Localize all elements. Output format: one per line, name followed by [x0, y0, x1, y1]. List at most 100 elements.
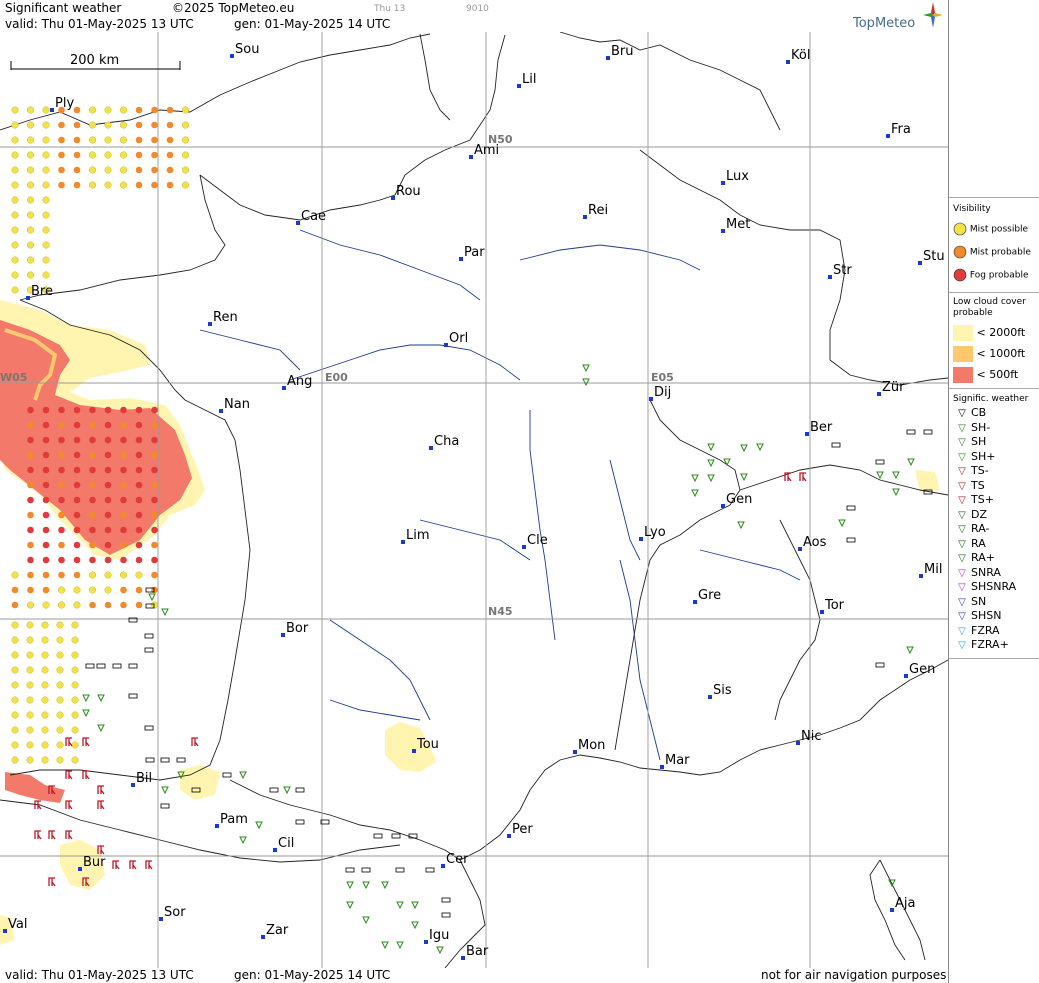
mist-icon: [27, 571, 34, 579]
mist-icon: [89, 436, 96, 444]
mist-icon: [89, 421, 96, 429]
mist-icon: [26, 681, 34, 689]
legend-signif-label: TS: [971, 478, 985, 492]
city-marker-icon: [708, 695, 712, 699]
mist-icon: [42, 526, 50, 534]
mist-icon: [71, 666, 79, 674]
rain-icon: ▽: [958, 538, 966, 550]
city-label: Bar: [466, 944, 489, 959]
mist-icon: [58, 436, 65, 444]
city-label: Bor: [286, 621, 309, 636]
shower-snow-rain-icon: ▽: [958, 582, 966, 593]
mist-icon: [166, 106, 174, 114]
mist-icon: [26, 601, 35, 609]
city-label: Cil: [278, 836, 294, 851]
mist-icon: [73, 556, 81, 564]
shower-snow-icon: ▽: [958, 611, 966, 622]
city-tou: Tou: [412, 737, 439, 753]
legend-signif-label: TS-: [971, 464, 989, 477]
mist-icon: [88, 136, 97, 144]
mist-icon: [88, 106, 97, 114]
mist-icon: [119, 181, 128, 189]
mist-icon: [104, 181, 112, 189]
mist-icon: [89, 496, 96, 504]
mist-icon: [26, 121, 35, 129]
mist-icon: [135, 451, 143, 459]
rain-light-icon: ▽: [958, 524, 966, 535]
mist-icon: [104, 496, 112, 504]
city-ber: Ber: [805, 420, 833, 436]
city-label: Zar: [266, 923, 289, 938]
mist-icon: [42, 121, 50, 129]
mist-icon: [11, 211, 19, 219]
mist-icon: [104, 151, 112, 159]
mist-icon: [11, 711, 19, 719]
mist-icon: [11, 756, 19, 764]
city-label: Str: [833, 263, 852, 278]
mist-icon: [88, 586, 97, 594]
drizzle-icon: ▽: [958, 509, 966, 521]
legend-signif-label: FZRA: [971, 623, 1000, 637]
legend-signif-label: RA+: [971, 551, 995, 564]
legend-signif-label: RA: [971, 536, 986, 550]
mist-icon: [89, 451, 96, 459]
city-marker-icon: [573, 750, 577, 754]
city-label: Stu: [923, 249, 945, 264]
city-ami: Ami: [469, 143, 499, 159]
mist-icon: [11, 136, 19, 144]
mist-icon: [26, 666, 34, 674]
mist-icon: [73, 511, 81, 519]
mist-icon: [42, 541, 50, 549]
mist-icon: [151, 451, 158, 459]
mist-icon: [42, 106, 50, 114]
mist-icon: [71, 711, 79, 719]
mist-icon: [135, 496, 143, 504]
city-aos: Aos: [798, 535, 827, 551]
mist-icon: [181, 166, 190, 174]
city-label: Lyo: [644, 525, 666, 540]
mist-icon: [89, 556, 96, 564]
city-label: Lux: [726, 169, 749, 184]
brand-name: TopMeteo: [853, 16, 916, 31]
shower-heavy-icon: ▽: [958, 451, 966, 463]
mist-icon: [41, 741, 49, 749]
legend-signif-item: ▽ TS: [953, 479, 985, 492]
weather-map[interactable]: N50 N45 E00 E05 W05 200 km Sou Bru KölLilP…: [0, 32, 948, 968]
city-label: Zür: [882, 380, 905, 395]
lowcloud-swatch: [953, 325, 973, 341]
mist-icon: [11, 666, 19, 674]
mist-icon: [135, 181, 143, 189]
mist-icon: [56, 756, 64, 764]
mist-icon: [58, 451, 65, 459]
mist-icon: [26, 756, 34, 764]
city-marker-icon: [919, 574, 923, 578]
city-marker-icon: [507, 834, 511, 838]
city-marker-icon: [693, 600, 697, 604]
mist-icon: [58, 121, 65, 129]
mist-icon: [73, 181, 81, 189]
city-label: Mil: [924, 562, 942, 577]
mist-icon: [26, 241, 35, 249]
city-label: Fra: [891, 122, 911, 137]
mist-icon: [89, 481, 96, 489]
mist-icon: [135, 511, 143, 519]
city-bar: Bar: [461, 944, 489, 960]
mist-icon: [104, 406, 112, 414]
legend-lowcloud-title-1: Low cloud cover: [953, 297, 1026, 307]
mist-icon: [57, 601, 66, 609]
mist-icon: [42, 421, 50, 429]
mist-icon: [58, 421, 65, 429]
city-marker-icon: [798, 547, 802, 551]
mist-icon: [119, 121, 128, 129]
city-marker-icon: [429, 446, 433, 450]
mist-icon: [135, 586, 143, 594]
city-label: Ren: [213, 310, 238, 325]
city-marker-icon: [721, 229, 725, 233]
shower-icon: ▽: [958, 437, 966, 448]
mist-icon: [42, 496, 50, 504]
city-label: Tou: [416, 737, 439, 752]
city-label: Cle: [527, 533, 548, 548]
legend-signif-item: ▽ DZ: [953, 508, 987, 521]
legend-signif-label: CB: [971, 406, 987, 419]
city-label: Ber: [810, 420, 833, 435]
